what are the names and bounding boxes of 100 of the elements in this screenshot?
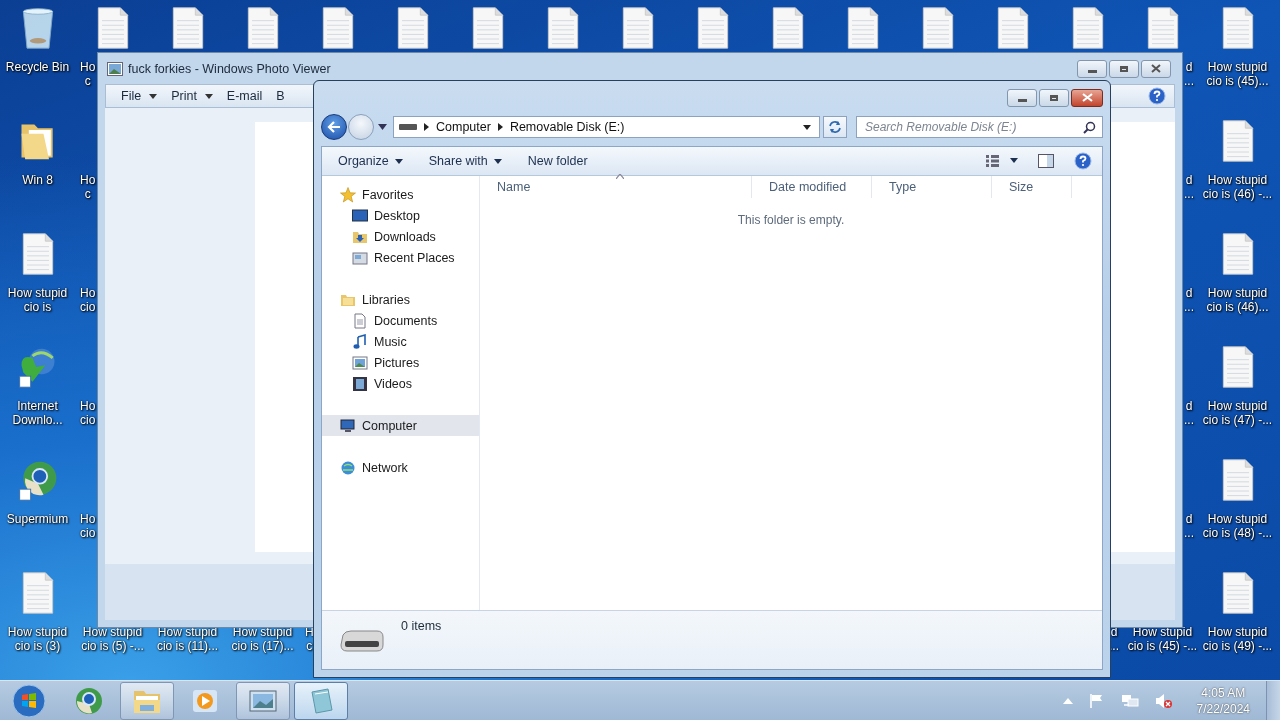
refresh-icon xyxy=(828,120,842,134)
icon-label: How stupid cio is xyxy=(7,286,68,314)
icon-label: How stupid cio is (45) -... xyxy=(1127,625,1198,653)
icon-label: Ho cio xyxy=(80,512,96,540)
film-icon xyxy=(352,375,368,392)
icon-label: Ho cio xyxy=(80,286,96,314)
back-arrow-icon xyxy=(327,121,341,133)
browser-icon xyxy=(74,685,104,716)
window-title: fuck forkies - Windows Photo Viewer xyxy=(128,61,331,76)
maximize-icon xyxy=(1120,65,1128,72)
icon-label: How stupid cio is (45)... xyxy=(1206,60,1269,88)
recent-places-icon xyxy=(352,249,368,266)
search-icon[interactable] xyxy=(1083,120,1096,134)
icon-label: Internet Downlo... xyxy=(12,399,63,427)
minimize-button[interactable] xyxy=(1077,59,1107,78)
nav-item[interactable]: Music xyxy=(322,331,479,352)
icon-label: How stupid cio is (3) xyxy=(7,625,68,653)
nav-item[interactable]: Pictures xyxy=(322,352,479,373)
music-note-icon xyxy=(352,333,368,350)
search-field[interactable]: Search Removable Disk (E:) xyxy=(856,116,1103,138)
icon-label: How stupid cio is (46)... xyxy=(1206,286,1269,314)
breadcrumb-item[interactable]: Removable Disk (E:) xyxy=(509,120,625,134)
icon-label: How stupid cio is (17)... xyxy=(231,625,294,653)
icon-label: Supermium xyxy=(6,512,69,526)
picture-frame-icon xyxy=(352,354,368,371)
nav-item[interactable]: Recent Places xyxy=(322,247,479,268)
close-icon xyxy=(1151,64,1161,73)
maximize-button[interactable] xyxy=(1039,88,1069,107)
nav-item[interactable]: Computer xyxy=(322,415,479,436)
address-bar[interactable]: Computer Removable Disk (E:) xyxy=(393,116,820,138)
icon-label: How stupid cio is (48) -... xyxy=(1202,512,1273,540)
command-button[interactable]: New folder xyxy=(519,152,596,170)
icon-label: How stupid cio is (5) -... xyxy=(81,625,144,653)
breadcrumb-item[interactable]: Computer xyxy=(436,120,491,134)
nav-item[interactable]: Favorites xyxy=(322,184,479,205)
drive-icon xyxy=(339,629,385,653)
drive-icon xyxy=(399,123,417,131)
chevron-icon[interactable] xyxy=(424,123,429,131)
preview-pane-icon[interactable] xyxy=(1038,154,1054,168)
icon-label: How stupid cio is (11)... xyxy=(156,625,219,653)
minimize-icon xyxy=(1087,70,1097,73)
caret-icon[interactable] xyxy=(378,124,387,130)
view-options-icon[interactable] xyxy=(986,155,1018,167)
refresh-button[interactable] xyxy=(823,116,847,138)
computer-icon xyxy=(340,417,356,434)
icon-label: Ho c xyxy=(80,173,96,201)
icon-label: d ... xyxy=(1184,512,1194,540)
document-icon xyxy=(352,312,368,329)
column-header[interactable]: Size xyxy=(992,176,1072,198)
nav-item[interactable]: Libraries xyxy=(322,289,479,310)
close-button[interactable] xyxy=(1141,59,1171,78)
taskbar-button[interactable] xyxy=(120,681,174,720)
muted-speaker-icon[interactable] xyxy=(1154,692,1173,709)
column-header[interactable]: Name xyxy=(480,176,752,198)
icon-label: Recycle Bin xyxy=(5,60,70,74)
start-button[interactable] xyxy=(10,681,48,720)
column-header[interactable]: Type xyxy=(872,176,992,198)
command-button[interactable]: Organize xyxy=(330,152,411,170)
nav-item[interactable]: Documents xyxy=(322,310,479,331)
item-count: 0 items xyxy=(401,619,442,633)
back-button[interactable] xyxy=(321,114,347,140)
taskbar-button[interactable] xyxy=(236,681,290,720)
icon-label: d ... xyxy=(1184,399,1194,427)
help-icon[interactable] xyxy=(1148,87,1166,105)
maximize-icon xyxy=(1050,94,1058,101)
icon-label: d ... xyxy=(1109,625,1119,653)
photo-icon xyxy=(107,61,123,76)
desktop-icon xyxy=(352,207,368,224)
windows-logo-icon xyxy=(12,683,46,718)
column-header[interactable]: Date modified xyxy=(752,176,872,198)
icon-label: Win 8 xyxy=(22,173,53,187)
taskbar-button[interactable] xyxy=(294,681,348,720)
nav-item[interactable]: Downloads xyxy=(322,226,479,247)
command-button[interactable]: Share with xyxy=(420,152,510,170)
icon-label: How stupid cio is (46) -... xyxy=(1202,173,1273,201)
toolbar-menu[interactable]: File xyxy=(116,89,163,103)
nav-item[interactable]: Videos xyxy=(322,373,479,394)
chevron-icon[interactable] xyxy=(497,123,503,131)
toolbar-menu[interactable]: Print xyxy=(166,89,218,103)
network-icon xyxy=(340,459,356,476)
empty-folder-message: This folder is empty. xyxy=(737,213,845,227)
minimize-button[interactable] xyxy=(1007,88,1037,107)
icon-label: d ... xyxy=(1184,286,1194,314)
toolbar-menu[interactable]: E-mail xyxy=(221,89,268,103)
nav-item[interactable]: Desktop xyxy=(322,205,479,226)
icon-label: Ho cio xyxy=(80,399,96,427)
star-icon xyxy=(340,186,356,203)
icon-label: d ... xyxy=(1184,173,1194,201)
toolbar-menu[interactable]: B xyxy=(271,89,290,103)
minimize-icon xyxy=(1017,99,1027,102)
nav-item[interactable]: Network xyxy=(322,457,479,478)
icon-label: How stupid cio is (47) -... xyxy=(1202,399,1273,427)
help-icon[interactable] xyxy=(1074,152,1092,170)
close-icon xyxy=(1081,93,1093,102)
close-button[interactable] xyxy=(1071,88,1103,107)
caret-icon[interactable] xyxy=(803,124,811,130)
icon-label: Ho c xyxy=(80,60,96,88)
maximize-button[interactable] xyxy=(1109,59,1139,78)
icon-label: How stupid cio is (49) -... xyxy=(1202,625,1273,653)
icon-label: d ... xyxy=(1184,60,1194,88)
